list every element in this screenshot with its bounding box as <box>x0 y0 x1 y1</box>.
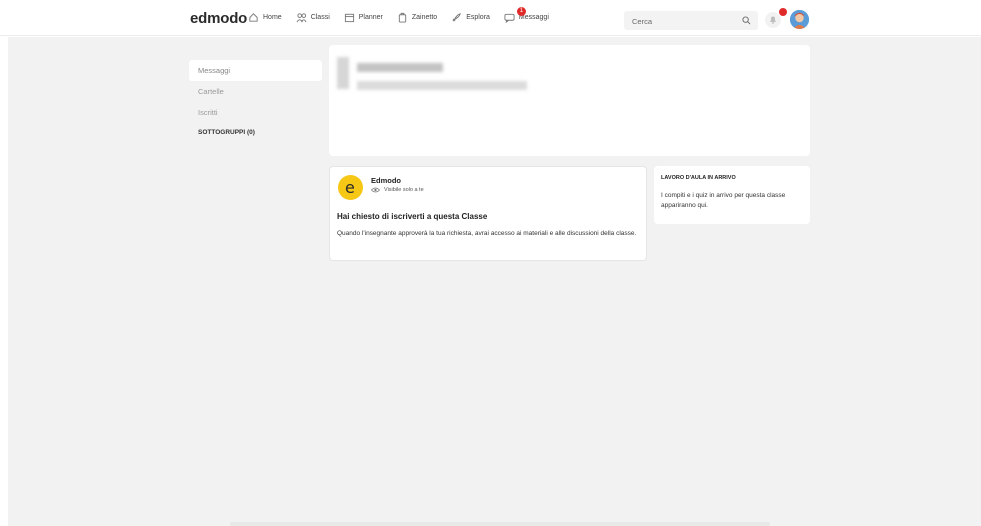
upcoming-work-title: LAVORO D'AULA IN ARRIVO <box>661 175 736 181</box>
class-sidebar: Messaggi Cartelle Iscritti SOTTOGRUPPI (… <box>189 60 322 136</box>
class-info-blurred <box>357 81 527 90</box>
edmodo-avatar: e <box>338 175 363 200</box>
classes-icon <box>296 13 307 23</box>
class-avatar-blurred <box>337 57 349 89</box>
edmodo-e-icon: e <box>345 178 355 197</box>
main-nav: Home Classi Planner Zainetto Esplora Mes… <box>248 7 563 23</box>
nav-planner[interactable]: Planner <box>344 12 383 23</box>
upcoming-work-body: I compiti e i quiz in arrivo per questa … <box>661 192 786 209</box>
planner-icon <box>344 13 354 23</box>
sidebar-item-messages[interactable]: Messaggi <box>189 60 322 81</box>
sidebar-item-folders[interactable]: Cartelle <box>189 81 322 102</box>
user-avatar[interactable] <box>790 10 809 29</box>
class-name-blurred <box>357 63 443 72</box>
nav-explore[interactable]: Esplora <box>451 12 490 23</box>
sidebar-item-members[interactable]: Iscritti <box>189 102 322 123</box>
post-body: Quando l'insegnante approverà la tua ric… <box>337 230 637 237</box>
post-title: Hai chiesto di iscriverti a questa Class… <box>337 212 488 221</box>
messages-icon <box>504 13 515 23</box>
backpack-icon <box>398 12 407 23</box>
post-visibility: Visibile solo a te <box>371 187 424 193</box>
search-input[interactable] <box>624 12 734 31</box>
nav-home-label: Home <box>263 14 282 21</box>
eye-icon <box>371 187 380 193</box>
home-icon <box>249 13 258 22</box>
messages-badge: 1 <box>516 7 526 16</box>
upcoming-work-card: LAVORO D'AULA IN ARRIVO I compiti e i qu… <box>654 166 810 224</box>
subgroups-heading[interactable]: SOTTOGRUPPI (0) <box>189 129 322 136</box>
search-box[interactable] <box>624 11 758 31</box>
nav-explore-label: Esplora <box>466 14 490 21</box>
post-visibility-label: Visibile solo a te <box>384 187 424 193</box>
post-author[interactable]: Edmodo <box>371 176 401 185</box>
search-icon[interactable] <box>742 16 751 25</box>
bell-icon <box>770 16 776 24</box>
nav-home[interactable]: Home <box>248 12 282 23</box>
top-navigation-bar: edmodo Home Classi Planner Zainetto Espl… <box>0 0 981 36</box>
bottom-scroll-shadow <box>230 522 770 526</box>
edmodo-logo[interactable]: edmodo <box>190 10 247 27</box>
notifications-button[interactable] <box>765 8 787 28</box>
nav-backpack-label: Zainetto <box>411 14 438 21</box>
class-header-card <box>329 45 810 156</box>
nav-classes-label: Classi <box>310 14 330 21</box>
nav-messages[interactable]: Messaggi 1 <box>504 7 549 23</box>
nav-planner-label: Planner <box>358 14 383 21</box>
nav-backpack[interactable]: Zainetto <box>397 12 437 23</box>
explore-icon <box>452 13 462 22</box>
nav-classes[interactable]: Classi <box>296 12 330 23</box>
post-card: e Edmodo Visibile solo a te Hai chiesto … <box>329 166 647 261</box>
notifications-badge <box>779 8 787 16</box>
avatar-icon <box>790 10 809 29</box>
